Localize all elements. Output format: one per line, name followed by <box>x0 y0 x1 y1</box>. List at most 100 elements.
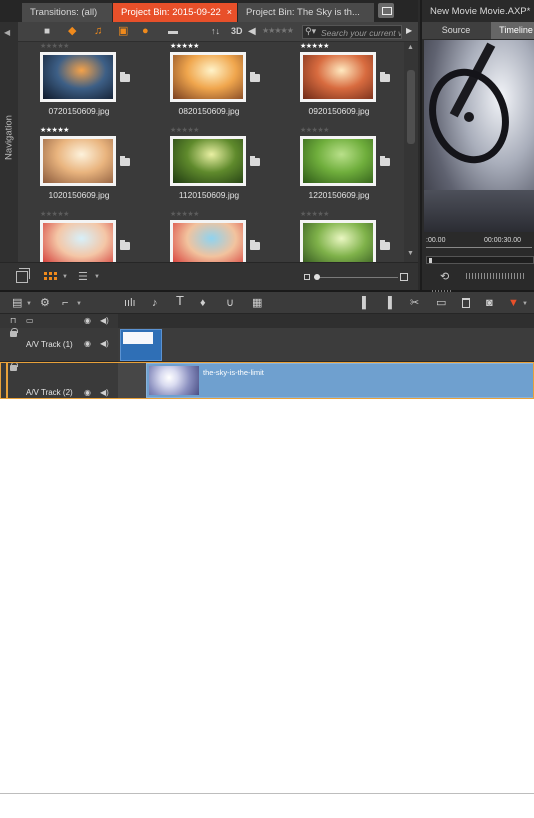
nav-back-arrow-icon[interactable]: ◀ <box>4 28 10 37</box>
track-lane[interactable] <box>118 328 534 362</box>
scroll-down-icon[interactable]: ▼ <box>407 250 414 257</box>
folder-icon[interactable] <box>120 156 130 166</box>
rating-stars[interactable]: ★★★★★ <box>170 42 199 50</box>
folder-icon[interactable] <box>380 156 390 166</box>
media-thumbnail[interactable] <box>300 220 376 262</box>
folder-icon[interactable] <box>250 72 260 82</box>
navigation-strip[interactable]: ◀ Navigation <box>0 22 18 262</box>
voiceover-icon[interactable]: ♦ <box>200 297 206 309</box>
media-thumbnail[interactable] <box>300 136 376 186</box>
media-thumbnail[interactable] <box>170 136 246 186</box>
media-thumbnail[interactable] <box>40 220 116 262</box>
video-preview[interactable] <box>424 40 534 232</box>
filter-next-arrow-icon[interactable]: ▶ <box>406 26 412 35</box>
eye-icon[interactable]: ◉ <box>84 339 91 348</box>
grid-scrollbar[interactable]: ▲ ▼ <box>404 42 418 262</box>
title-icon[interactable]: T <box>176 294 184 307</box>
tag-filter-icon[interactable]: ◀ <box>248 26 260 37</box>
clip[interactable] <box>120 329 162 361</box>
eye-icon[interactable]: ◉ <box>84 316 91 325</box>
razor-icon[interactable]: ✂ <box>410 297 419 309</box>
zoom-knob[interactable] <box>314 274 320 280</box>
scroll-up-icon[interactable]: ▲ <box>407 44 414 51</box>
search-icon[interactable]: ⚲▾ <box>305 26 316 37</box>
thumbnail-zoom-slider[interactable] <box>304 273 408 283</box>
list-view-icon[interactable]: ☰ <box>78 270 88 283</box>
video-filter-icon[interactable]: ■ <box>44 26 56 37</box>
settings-icon[interactable]: ⚙ <box>40 297 50 309</box>
search-box[interactable]: ⚲▾ <box>302 25 402 39</box>
red-marker-icon[interactable]: ▼ <box>508 297 519 309</box>
trash-icon[interactable] <box>462 298 470 308</box>
snapshot-icon[interactable]: ◙ <box>486 297 493 309</box>
marker-icon[interactable]: ▌ <box>362 297 370 309</box>
music-filter-icon[interactable]: ♫ <box>94 26 106 37</box>
tab-project-bin-2015-09-22[interactable]: Project Bin: 2015-09-22 × <box>113 3 237 22</box>
audio-mixer-icon[interactable]: ıılı <box>124 297 136 309</box>
clip[interactable]: the-sky-is-the-limit <box>146 363 534 398</box>
media-item[interactable]: ★★★★★ <box>296 210 404 262</box>
folder-icon[interactable] <box>380 240 390 250</box>
scrollbar-thumb[interactable] <box>407 70 415 144</box>
folder-icon[interactable] <box>120 72 130 82</box>
rating-stars[interactable]: ★★★★★ <box>170 126 199 134</box>
zoom-out-icon[interactable] <box>304 274 310 280</box>
stack-view-icon[interactable] <box>16 268 30 283</box>
media-thumbnail[interactable] <box>300 52 376 102</box>
media-item[interactable]: ★★★★★ 1120150609.jpg <box>166 126 286 204</box>
rating-stars[interactable]: ★★★★★ <box>40 42 69 50</box>
chevron-down-icon[interactable]: ▼ <box>62 274 68 280</box>
lock-icon[interactable] <box>10 362 18 371</box>
snap-icon[interactable]: ⌐ <box>62 297 68 309</box>
track-layout-icon[interactable]: ▤ <box>12 297 22 309</box>
media-thumbnail[interactable] <box>170 220 246 262</box>
folder-icon[interactable] <box>120 240 130 250</box>
search-input[interactable] <box>321 27 401 38</box>
eye-icon[interactable]: ◉ <box>84 388 91 397</box>
zoom-in-icon[interactable] <box>400 273 408 281</box>
chevron-down-icon[interactable]: ▼ <box>26 301 32 307</box>
media-item[interactable]: ★★★★★ <box>166 210 286 262</box>
marker-next-icon[interactable]: ▐ <box>384 297 392 309</box>
storyboard-icon[interactable]: ▦ <box>252 297 262 309</box>
folder-filter-icon[interactable]: ▬ <box>168 26 180 37</box>
media-thumbnail[interactable] <box>40 52 116 102</box>
project-filter-icon[interactable]: ▣ <box>118 26 130 37</box>
sort-button[interactable]: ↑↓ <box>211 26 220 36</box>
rating-stars[interactable]: ★★★★★ <box>300 210 329 218</box>
speaker-icon[interactable]: ◀) <box>100 388 109 397</box>
tab-close-icon[interactable]: × <box>227 3 232 22</box>
tab-source[interactable]: Source <box>422 22 490 39</box>
timeline-ruler-top[interactable] <box>118 314 534 328</box>
tab-transitions[interactable]: Transitions: (all) <box>22 3 112 22</box>
folder-icon[interactable] <box>250 156 260 166</box>
speaker-icon[interactable]: ◀) <box>100 316 109 325</box>
track-header[interactable]: A/V Track (2) ◉ ◀) <box>0 362 118 399</box>
tab-timeline[interactable]: Timeline <box>491 22 534 39</box>
scrubber-handle[interactable] <box>429 258 432 263</box>
media-thumbnail[interactable] <box>40 136 116 186</box>
media-item[interactable]: ★★★★★ 0820150609.jpg <box>166 42 286 120</box>
media-item[interactable]: ★★★★★ <box>36 210 156 262</box>
3d-filter-button[interactable]: 3D <box>231 26 243 36</box>
rating-stars[interactable]: ★★★★★ <box>300 126 329 134</box>
audio-ducking-icon[interactable]: ∪ <box>226 297 234 309</box>
player-scrubber[interactable] <box>426 256 534 264</box>
jog-shuttle[interactable] <box>466 273 526 279</box>
rating-filter[interactable]: ★★★★★ <box>262 26 294 35</box>
speaker-icon[interactable]: ◀) <box>100 339 109 348</box>
chevron-down-icon[interactable]: ▼ <box>522 301 528 307</box>
track-header[interactable]: A/V Track (1) ◉ ◀) <box>0 328 118 362</box>
rating-stars[interactable]: ★★★★★ <box>40 210 69 218</box>
montage-filter-icon[interactable]: ● <box>142 26 154 37</box>
media-item[interactable]: ★★★★★ 1020150609.jpg <box>36 126 156 204</box>
player-time-ruler[interactable]: :00.00 00:00:30.00 <box>424 234 534 256</box>
tab-project-bin-sky[interactable]: Project Bin: The Sky is th... <box>238 3 374 22</box>
trim-icon[interactable]: ▭ <box>436 297 446 309</box>
chevron-down-icon[interactable]: ▼ <box>94 274 100 280</box>
folder-icon[interactable] <box>250 240 260 250</box>
media-item[interactable]: ★★★★★ 0720150609.jpg <box>36 42 156 120</box>
chevron-down-icon[interactable]: ▼ <box>76 301 82 307</box>
lock-all-icon[interactable]: ⊓ <box>10 316 16 325</box>
scorefitter-icon[interactable]: ♪ <box>152 297 158 309</box>
